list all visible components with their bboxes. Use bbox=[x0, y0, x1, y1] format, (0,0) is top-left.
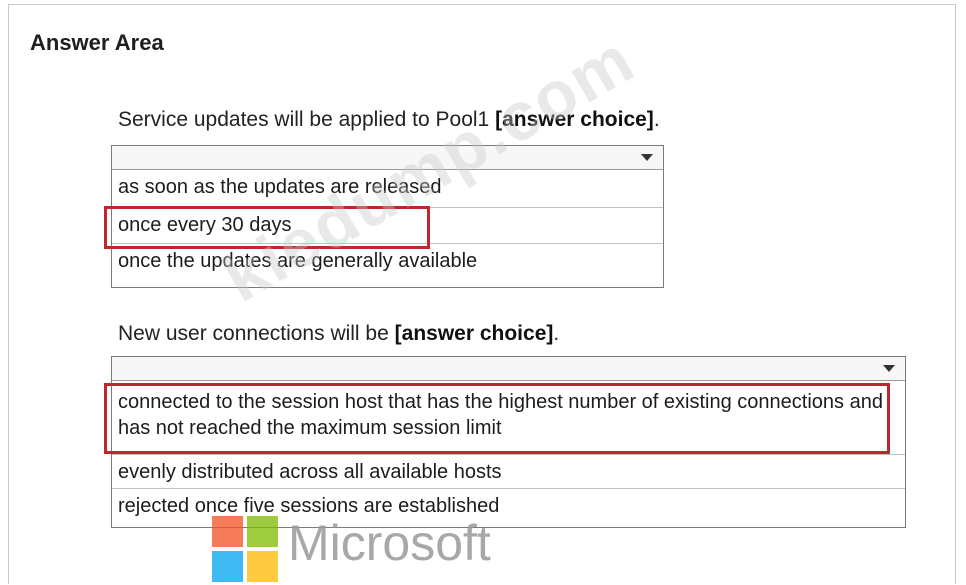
microsoft-wordmark: Microsoft bbox=[288, 515, 491, 571]
question-1-suffix: . bbox=[653, 108, 660, 131]
option-label: connected to the session host that has t… bbox=[118, 391, 883, 439]
question-2-suffix: . bbox=[553, 322, 560, 345]
logo-square-red bbox=[212, 516, 243, 547]
question-1-prefix: Service updates will be applied to Pool1 bbox=[118, 108, 496, 131]
question-1-option-3[interactable]: once the updates are generally available bbox=[112, 244, 663, 286]
option-label: once every 30 days bbox=[118, 214, 292, 236]
question-2-dropdown[interactable]: connected to the session host that has t… bbox=[111, 356, 906, 528]
question-2-option-1[interactable]: connected to the session host that has t… bbox=[112, 381, 905, 455]
option-label: evenly distributed across all available … bbox=[118, 461, 502, 483]
question-1-text: Service updates will be applied to Pool1… bbox=[118, 108, 660, 132]
option-label: as soon as the updates are released bbox=[118, 176, 442, 198]
option-label: once the updates are generally available bbox=[118, 250, 478, 272]
question-1-dropdown[interactable]: as soon as the updates are released once… bbox=[111, 145, 664, 288]
question-1-option-2[interactable]: once every 30 days bbox=[112, 208, 663, 244]
question-2-dropdown-header[interactable] bbox=[112, 357, 905, 381]
question-1-option-1[interactable]: as soon as the updates are released bbox=[112, 170, 663, 208]
question-1-dropdown-header[interactable] bbox=[112, 146, 663, 170]
question-1-choice-label: [answer choice] bbox=[495, 108, 654, 131]
question-2-option-2[interactable]: evenly distributed across all available … bbox=[112, 455, 905, 489]
question-2-choice-label: [answer choice] bbox=[394, 322, 554, 345]
logo-square-green bbox=[247, 516, 278, 547]
logo-square-yellow bbox=[247, 551, 278, 582]
chevron-down-icon[interactable] bbox=[883, 365, 895, 372]
question-2-prefix: New user connections will be bbox=[118, 322, 395, 345]
chevron-down-icon[interactable] bbox=[641, 154, 653, 161]
answer-area-title: Answer Area bbox=[30, 30, 164, 55]
microsoft-logo-icon bbox=[212, 516, 278, 582]
logo-square-blue bbox=[212, 551, 243, 582]
question-2-text: New user connections will be [answer cho… bbox=[118, 322, 559, 346]
